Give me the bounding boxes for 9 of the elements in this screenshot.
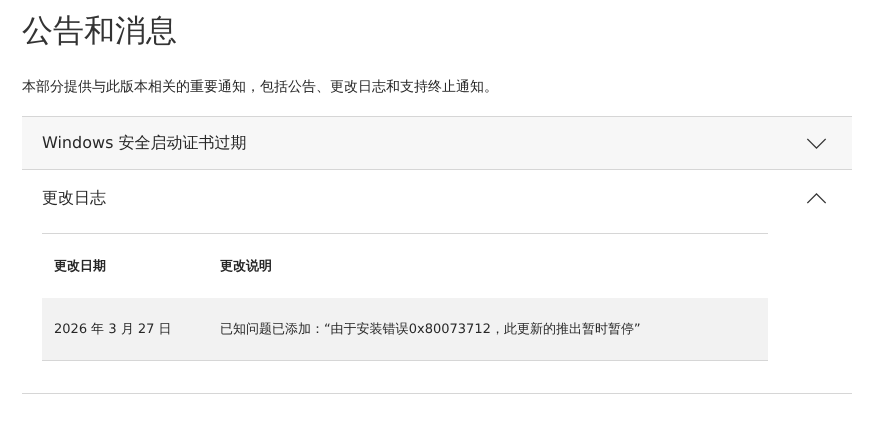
table-cell: 已知问题已添加：“由于安装错误0x80073712，此更新的推出暂时暂停” — [208, 298, 768, 360]
page-title: 公告和消息 — [22, 12, 178, 51]
table-cell: 2026 年 3 月 27 日 — [42, 298, 208, 360]
chevron-up-icon[interactable] — [806, 192, 827, 204]
chevron-down-icon[interactable] — [806, 138, 827, 148]
accordion-header[interactable]: Windows 安全启动证书过期 — [22, 117, 852, 169]
column-header: 更改说明 — [208, 234, 768, 298]
description: 本部分提供与此版本相关的重要通知，包括公告、更改日志和支持终止通知。 — [22, 78, 499, 97]
column-header: 更改日期 — [42, 234, 208, 298]
